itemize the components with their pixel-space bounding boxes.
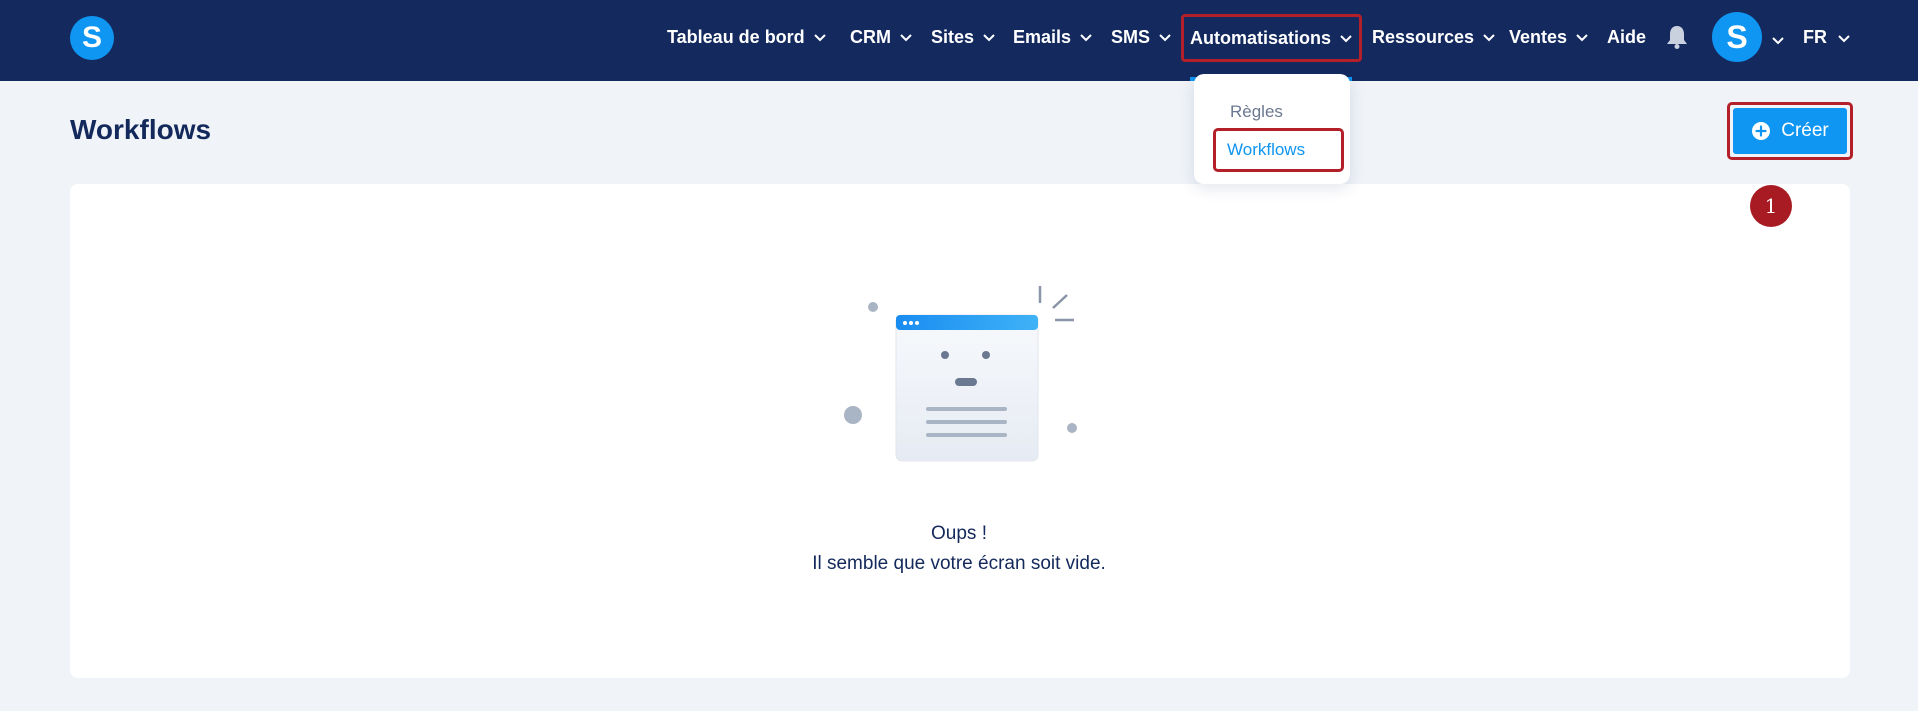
chevron-down-icon — [899, 32, 913, 42]
nav-item-sites[interactable]: Sites — [931, 0, 996, 74]
nav-item-label: Aide — [1607, 26, 1647, 47]
chevron-down-icon — [1339, 33, 1353, 43]
create-button[interactable]: Créer — [1733, 108, 1847, 154]
chevron-down-icon — [982, 32, 996, 42]
chevron-down-icon — [1837, 27, 1851, 48]
nav-item-label: Sites — [931, 26, 975, 47]
chevron-down-icon — [1575, 32, 1589, 42]
step-badge: 1 — [1750, 185, 1792, 227]
empty-state-title: Oups ! — [931, 523, 987, 544]
nav-item-tableau-de-bord[interactable]: Tableau de bord — [667, 0, 827, 74]
nav-item-ressources[interactable]: Ressources — [1372, 0, 1496, 74]
avatar-letter: S — [1726, 18, 1748, 55]
nav-item-emails[interactable]: Emails — [1013, 0, 1093, 74]
language-selector[interactable]: FR — [1803, 0, 1851, 74]
chevron-down-icon — [1079, 32, 1093, 42]
chevron-down-icon[interactable] — [1771, 32, 1785, 45]
nav-item-label: CRM — [850, 26, 891, 47]
avatar[interactable]: S — [1712, 12, 1762, 62]
create-button-highlight: Créer — [1727, 102, 1853, 160]
page-title: Workflows — [70, 114, 212, 145]
nav-item-label: Automatisations — [1190, 27, 1332, 48]
nav-item-aide[interactable]: Aide — [1607, 0, 1646, 74]
nav-item-automatisations[interactable]: Automatisations — [1181, 14, 1363, 62]
nav-item-label: Emails — [1013, 26, 1072, 47]
main-nav: Tableau de bord CRM Sites Emails SMS Aut… — [0, 0, 1918, 81]
top-navbar: S Tableau de bord CRM Sites Emails SMS A… — [0, 0, 1918, 81]
plus-circle-icon — [1752, 122, 1771, 140]
dropdown-item-regles[interactable]: Règles — [1230, 102, 1283, 122]
automatisations-dropdown: Règles Workflows — [1194, 74, 1350, 184]
chevron-down-icon — [1158, 32, 1172, 42]
nav-item-label: SMS — [1111, 26, 1151, 47]
chevron-down-icon — [813, 32, 827, 42]
nav-item-ventes[interactable]: Ventes — [1509, 0, 1589, 74]
nav-item-label: Ventes — [1509, 26, 1568, 47]
language-label: FR — [1803, 26, 1827, 47]
nav-item-label: Ressources — [1372, 26, 1475, 47]
empty-state-message: Il semble que votre écran soit vide. — [812, 553, 1106, 574]
create-button-label: Créer — [1781, 120, 1829, 141]
dropdown-item-workflows[interactable]: Workflows — [1213, 128, 1344, 172]
nav-item-crm[interactable]: CRM — [850, 0, 913, 74]
nav-item-label: Tableau de bord — [667, 26, 805, 47]
empty-state-illustration — [844, 286, 1077, 462]
bell-icon[interactable] — [1665, 24, 1689, 50]
chevron-down-icon — [1482, 32, 1496, 42]
dropdown-item-label: Workflows — [1227, 140, 1306, 159]
nav-item-sms[interactable]: SMS — [1111, 0, 1172, 74]
